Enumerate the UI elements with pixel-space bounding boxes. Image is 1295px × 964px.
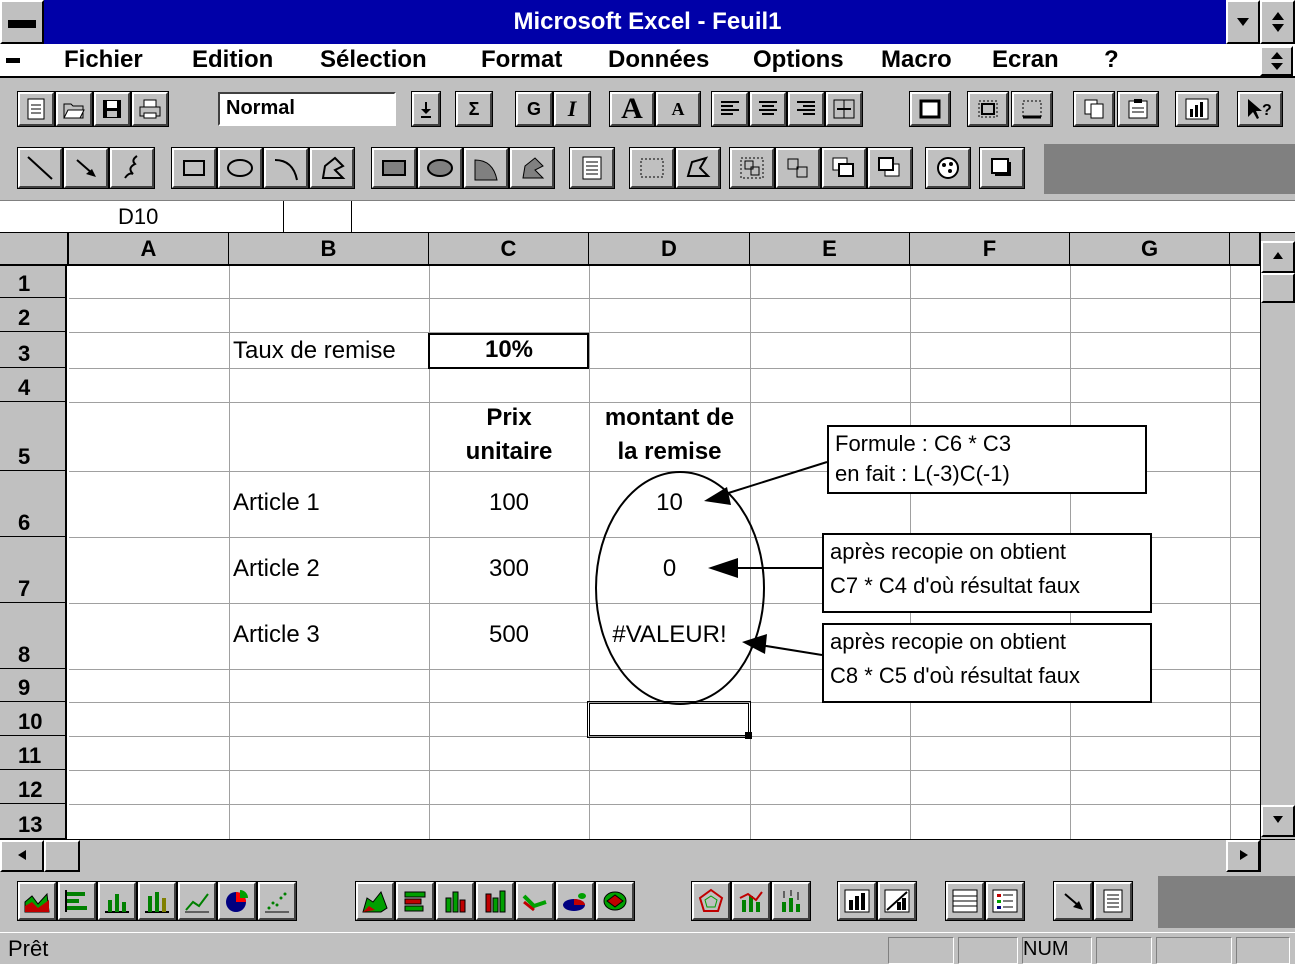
scroll-corner (1260, 839, 1295, 872)
scroll-h-thumb[interactable] (44, 840, 80, 872)
chart-textbox-button[interactable] (1093, 881, 1133, 921)
volume-chart-button[interactable] (771, 881, 811, 921)
chart-wizard-button-2[interactable] (877, 881, 917, 921)
scatter-chart-icon (265, 892, 289, 913)
vertical-scrollbar[interactable] (1260, 233, 1295, 839)
pie-chart-button[interactable] (217, 881, 257, 921)
combo-chart-button[interactable] (731, 881, 771, 921)
status-indicator-6 (1236, 937, 1290, 964)
pie3d-chart-button[interactable] (555, 881, 595, 921)
callout-formula-line2: en fait : L(-3)C(-1) (835, 461, 1010, 486)
stacked-column-icon (145, 892, 169, 913)
callout-row8-line2: C8 * C5 d'où résultat faux (830, 663, 1081, 688)
combo-chart-icon (739, 891, 763, 912)
pie-chart-icon (226, 890, 248, 912)
status-num-indicator: NUM (1022, 937, 1092, 964)
chart-toolbar (0, 872, 1295, 932)
status-indicator-4 (1096, 937, 1152, 964)
column3d-chart-button[interactable] (435, 881, 475, 921)
surface3d-chart-button[interactable] (595, 881, 635, 921)
scroll-left-button[interactable] (0, 840, 44, 872)
bar3d-chart-icon (404, 891, 426, 912)
bar-chart-button[interactable] (57, 881, 97, 921)
preferred-chart-icon (844, 889, 870, 913)
legend-button[interactable] (985, 881, 1025, 921)
chart-wizard-icon (884, 889, 910, 913)
area3d-chart-icon (362, 891, 388, 913)
stacked3d-chart-icon (485, 890, 506, 913)
callout-formula[interactable]: Formule : C6 * C3 en fait : L(-3)C(-1) (827, 425, 1147, 494)
gridlines-icon (952, 889, 978, 913)
stacked3d-chart-button[interactable] (475, 881, 515, 921)
arrow-line-3 (759, 644, 823, 656)
text-box-icon (1103, 889, 1123, 913)
surface3d-chart-icon (603, 891, 627, 911)
line-chart-button[interactable] (177, 881, 217, 921)
stacked-column-button[interactable] (137, 881, 177, 921)
arrow-left-icon (18, 850, 26, 860)
line3d-chart-button[interactable] (515, 881, 555, 921)
arrow-up-icon (1273, 252, 1283, 259)
radar-chart-icon (698, 888, 724, 912)
horizontal-gridlines-button[interactable] (945, 881, 985, 921)
scroll-down-button[interactable] (1261, 805, 1295, 837)
line3d-chart-icon (522, 894, 547, 912)
radar-chart-button[interactable] (691, 881, 731, 921)
callout-row8-line1: après recopie on obtient (830, 629, 1067, 654)
scroll-thumb[interactable] (1261, 273, 1295, 303)
volume-chart-icon (782, 890, 800, 912)
column-chart-icon (105, 894, 129, 913)
chart-arrow-button[interactable] (1053, 881, 1093, 921)
line-chart-icon (185, 893, 209, 913)
status-bar: Prêt NUM (0, 932, 1295, 964)
callout-row7-line1: après recopie on obtient (830, 539, 1067, 564)
bar-chart-icon (65, 890, 87, 912)
status-text: Prêt (8, 936, 49, 961)
arrow-right-icon (1240, 850, 1248, 860)
area3d-chart-button[interactable] (355, 881, 395, 921)
arrowhead-2 (708, 558, 738, 578)
preferred-chart-button[interactable] (837, 881, 877, 921)
callout-row7-line2: C7 * C4 d'où résultat faux (830, 573, 1081, 598)
arrow-icon (1064, 893, 1083, 910)
highlight-ellipse (595, 471, 765, 705)
toolbar-empty-area (1158, 876, 1295, 928)
arrowhead-1 (704, 487, 731, 505)
area-chart-icon (24, 892, 50, 913)
callout-copy-row8[interactable]: après recopie on obtient C8 * C5 d'où ré… (822, 623, 1152, 703)
arrowhead-3 (742, 634, 767, 654)
pie3d-chart-icon (563, 893, 586, 911)
horizontal-scrollbar[interactable] (0, 839, 1260, 872)
status-indicator-2 (958, 937, 1018, 964)
arrow-down-icon (1273, 816, 1283, 823)
num-lock-label: NUM (1023, 938, 1069, 960)
legend-icon (992, 889, 1018, 913)
arrow-line-1 (721, 461, 828, 496)
status-indicator-1 (888, 937, 954, 964)
bar3d-chart-button[interactable] (395, 881, 435, 921)
status-indicator-5 (1156, 937, 1232, 964)
column-chart-button[interactable] (97, 881, 137, 921)
scroll-right-button[interactable] (1226, 840, 1260, 872)
area-chart-button[interactable] (17, 881, 57, 921)
scatter-chart-button[interactable] (257, 881, 297, 921)
callout-copy-row7[interactable]: après recopie on obtient C7 * C4 d'où ré… (822, 533, 1152, 613)
scroll-up-button[interactable] (1261, 241, 1295, 273)
column3d-chart-icon (445, 891, 466, 913)
callout-formula-line1: Formule : C6 * C3 (835, 431, 1012, 456)
